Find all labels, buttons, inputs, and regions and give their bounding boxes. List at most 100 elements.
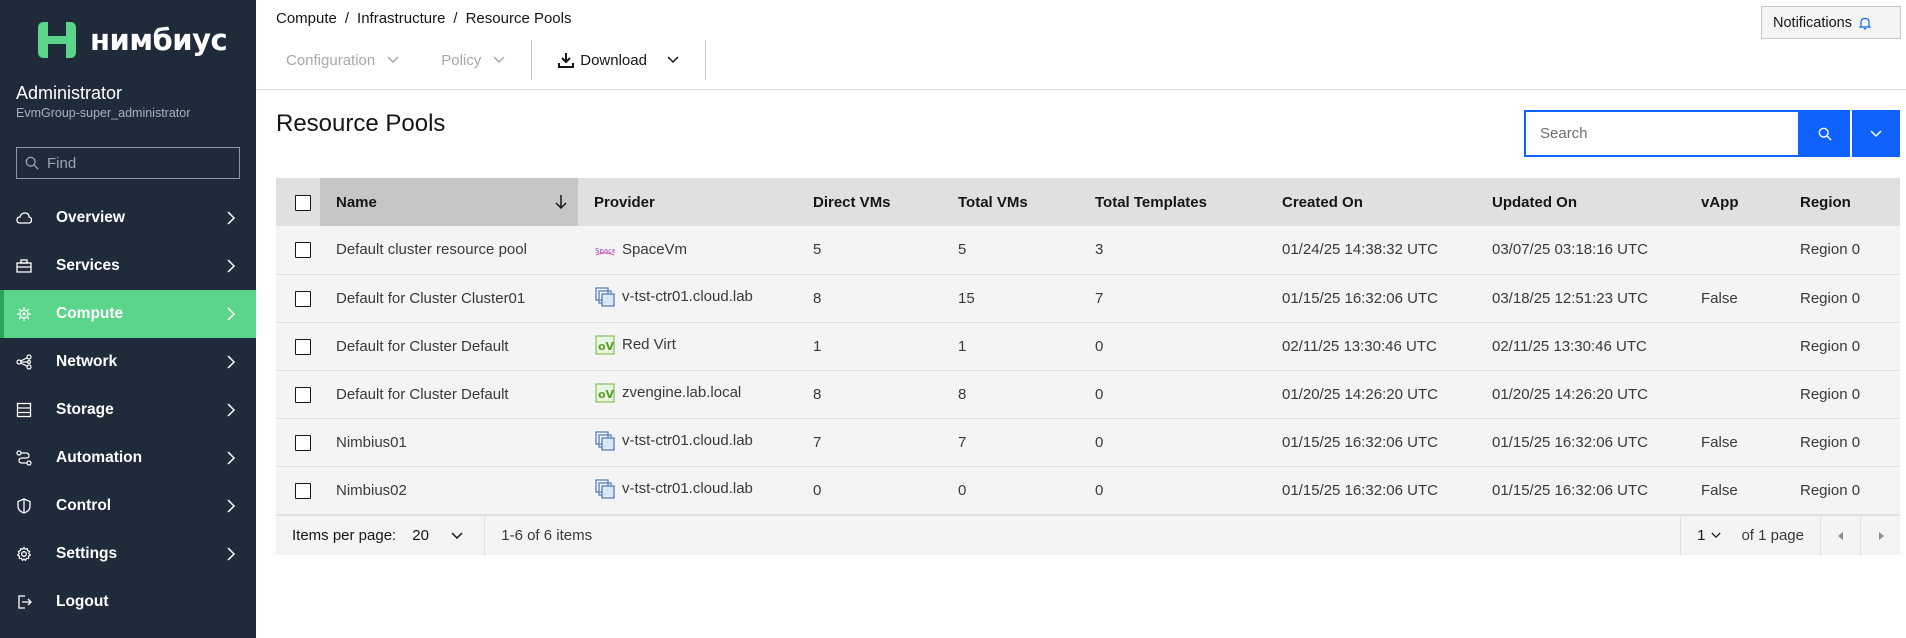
breadcrumb-item-infrastructure[interactable]: Infrastructure bbox=[357, 10, 445, 27]
row-checkbox[interactable] bbox=[295, 290, 311, 307]
row-checkbox[interactable] bbox=[295, 482, 311, 499]
row-select-cell bbox=[276, 466, 320, 514]
user-name: Administrator bbox=[16, 83, 123, 103]
chevron-down-icon bbox=[1711, 532, 1722, 539]
cell-total-templates: 0 bbox=[1095, 433, 1104, 451]
column-header-updated-on[interactable]: Updated On bbox=[1476, 178, 1685, 226]
cell-provider: oV Red Virt bbox=[578, 322, 797, 370]
chevron-right-icon bbox=[227, 211, 236, 225]
row-checkbox[interactable] bbox=[295, 338, 311, 355]
table-row[interactable]: Nimbius01 v-tst-ctr01.cloud.lab 7 7 0 01… bbox=[276, 418, 1900, 466]
brand-logo-icon bbox=[38, 22, 76, 58]
shield-icon bbox=[16, 498, 32, 514]
nav-label: Storage bbox=[56, 401, 114, 418]
cell-vapp bbox=[1685, 322, 1784, 370]
column-header-region[interactable]: Region bbox=[1784, 178, 1900, 226]
table-row[interactable]: Default cluster resource pool Space Space… bbox=[276, 226, 1900, 274]
pagination: Items per page: 20 1-6 of 6 items 1 of 1… bbox=[276, 515, 1900, 556]
network-icon bbox=[16, 354, 32, 370]
items-per-page-select[interactable]: 20 bbox=[412, 527, 484, 544]
spacevm-icon: Space bbox=[594, 239, 616, 261]
cell-region: Region 0 bbox=[1800, 337, 1861, 355]
notifications-button[interactable]: Notifications bbox=[1761, 6, 1901, 39]
page-select[interactable]: 1 bbox=[1681, 527, 1733, 544]
select-all-cell bbox=[276, 178, 320, 226]
search-button[interactable] bbox=[1800, 110, 1850, 157]
chip-icon bbox=[16, 306, 32, 322]
search-input[interactable] bbox=[1540, 125, 1790, 142]
column-header-label: Region bbox=[1800, 193, 1851, 211]
download-icon bbox=[558, 53, 575, 68]
caret-left-icon bbox=[1837, 531, 1843, 540]
column-header-label: vApp bbox=[1701, 193, 1739, 211]
column-header-total-templates[interactable]: Total Templates bbox=[1079, 178, 1266, 226]
cell-created-on: 01/15/25 16:32:06 UTC bbox=[1282, 433, 1438, 451]
row-checkbox[interactable] bbox=[295, 386, 311, 403]
column-header-provider[interactable]: Provider bbox=[578, 178, 797, 226]
toolbox-icon bbox=[16, 258, 32, 274]
chevron-right-icon bbox=[227, 259, 236, 273]
cell-total-vms: 1 bbox=[958, 337, 967, 355]
cell-direct-vms: 1 bbox=[813, 337, 822, 355]
storage-icon bbox=[16, 402, 32, 418]
cell-vapp bbox=[1685, 370, 1784, 418]
select-all-checkbox[interactable] bbox=[295, 194, 311, 211]
search-options-button[interactable] bbox=[1852, 110, 1900, 157]
next-page-button[interactable] bbox=[1860, 515, 1900, 556]
cell-total-templates: 7 bbox=[1095, 289, 1104, 307]
row-checkbox[interactable] bbox=[295, 242, 311, 259]
cell-created-on: 01/20/25 14:26:20 UTC bbox=[1282, 385, 1438, 403]
chevron-down-icon bbox=[493, 56, 505, 64]
user-group: EvmGroup-super_administrator bbox=[16, 106, 191, 120]
configuration-dropdown[interactable]: Configuration bbox=[276, 40, 409, 80]
table-row[interactable]: Default for Cluster Cluster01 v-tst-ctr0… bbox=[276, 274, 1900, 322]
brand[interactable]: нимбиус bbox=[34, 18, 228, 62]
column-header-label: Total VMs bbox=[958, 193, 1028, 211]
cell-name: Default for Cluster Cluster01 bbox=[336, 289, 526, 307]
breadcrumb-item-compute[interactable]: Compute bbox=[276, 10, 337, 27]
nav-item-control[interactable]: Control bbox=[0, 482, 256, 530]
vmware-icon bbox=[594, 430, 616, 452]
provider-name: zvengine.lab.local bbox=[622, 384, 742, 401]
nav-item-automation[interactable]: Automation bbox=[0, 434, 256, 482]
column-header-vapp[interactable]: vApp bbox=[1685, 178, 1784, 226]
previous-page-button[interactable] bbox=[1820, 515, 1860, 556]
cell-direct-vms: 0 bbox=[813, 481, 822, 499]
table-row[interactable]: Default for Cluster Default oV Red Virt 1… bbox=[276, 322, 1900, 370]
table-row[interactable]: Nimbius02 v-tst-ctr01.cloud.lab 0 0 0 01… bbox=[276, 466, 1900, 514]
chevron-right-icon bbox=[227, 403, 236, 417]
cell-vapp: False bbox=[1701, 433, 1738, 451]
column-header-name[interactable]: Name bbox=[320, 178, 578, 226]
find-field[interactable] bbox=[16, 147, 240, 179]
download-dropdown[interactable]: Download bbox=[548, 40, 689, 80]
nav-item-settings[interactable]: Settings bbox=[0, 530, 256, 578]
cell-total-vms: 5 bbox=[958, 241, 967, 259]
nav-label: Settings bbox=[56, 545, 118, 562]
cell-region: Region 0 bbox=[1800, 289, 1861, 307]
bell-icon bbox=[1858, 17, 1872, 29]
table-row[interactable]: Default for Cluster Default oV zvengine.l… bbox=[276, 370, 1900, 418]
policy-dropdown[interactable]: Policy bbox=[431, 40, 515, 80]
nav-item-network[interactable]: Network bbox=[0, 338, 256, 386]
nav-item-compute[interactable]: Compute bbox=[0, 290, 256, 338]
row-checkbox[interactable] bbox=[295, 434, 311, 451]
search-box[interactable] bbox=[1524, 110, 1800, 157]
chevron-right-icon bbox=[227, 451, 236, 465]
nav-item-overview[interactable]: Overview bbox=[0, 194, 256, 242]
breadcrumb: Compute / Infrastructure / Resource Pools bbox=[276, 10, 571, 27]
nav-item-storage[interactable]: Storage bbox=[0, 386, 256, 434]
column-header-direct-vms[interactable]: Direct VMs bbox=[797, 178, 942, 226]
chevron-right-icon bbox=[227, 355, 236, 369]
cell-created-on: 02/11/25 13:30:46 UTC bbox=[1282, 337, 1437, 355]
find-input[interactable] bbox=[47, 154, 237, 172]
nav-item-logout[interactable]: Logout bbox=[0, 578, 256, 626]
column-header-total-vms[interactable]: Total VMs bbox=[942, 178, 1079, 226]
search-icon bbox=[1818, 127, 1832, 141]
configuration-label: Configuration bbox=[286, 51, 376, 69]
column-header-label: Total Templates bbox=[1095, 193, 1207, 211]
column-header-created-on[interactable]: Created On bbox=[1266, 178, 1476, 226]
column-header-label: Provider bbox=[594, 193, 655, 211]
nav-item-services[interactable]: Services bbox=[0, 242, 256, 290]
vmware-icon bbox=[594, 286, 616, 308]
nav-label: Services bbox=[56, 257, 120, 274]
